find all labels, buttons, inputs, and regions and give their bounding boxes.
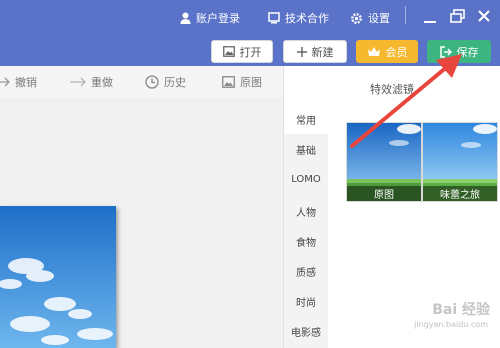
image-icon xyxy=(222,46,235,57)
filter-thumbnail-original[interactable]: 原图 xyxy=(346,122,422,202)
plus-icon xyxy=(296,46,307,57)
open-button[interactable]: 打开 xyxy=(211,40,273,63)
thumbnail-label: 味蕾之旅 xyxy=(423,186,497,201)
edit-toolbar: 撤销 重做 历史 原图 xyxy=(0,66,283,98)
sky-photo-image xyxy=(0,206,116,348)
filter-category-food[interactable]: 食物 xyxy=(284,226,328,256)
filter-thumbnail-taste-journey[interactable]: 味蕾之旅 xyxy=(422,122,498,202)
vip-button-label: 会员 xyxy=(385,45,408,59)
title-separator xyxy=(405,6,406,24)
tech-cooperation-label: 技术合作 xyxy=(285,12,329,25)
redo-button[interactable]: 重做 xyxy=(70,74,113,90)
history-label: 历史 xyxy=(164,76,186,89)
filter-category-portrait[interactable]: 人物 xyxy=(284,196,328,226)
settings-link[interactable]: 设置 xyxy=(350,9,390,27)
monitor-icon xyxy=(268,12,280,24)
photo-preview xyxy=(0,206,116,348)
filters-panel-title: 特效滤镜 xyxy=(370,83,414,96)
new-button[interactable]: 新建 xyxy=(283,40,347,63)
undo-button[interactable]: 撤销 xyxy=(0,74,37,90)
tech-cooperation-link[interactable]: 技术合作 xyxy=(268,9,329,27)
close-icon xyxy=(478,10,490,22)
open-button-label: 打开 xyxy=(239,45,262,59)
save-button-label: 保存 xyxy=(456,45,479,59)
history-button[interactable]: 历史 xyxy=(145,74,186,90)
restore-button[interactable] xyxy=(447,6,467,26)
clock-icon xyxy=(145,75,159,89)
account-login-label: 账户登录 xyxy=(196,12,240,25)
original-button[interactable]: 原图 xyxy=(222,74,262,90)
picture-icon xyxy=(222,76,235,88)
filter-category-basic[interactable]: 基础 xyxy=(284,134,328,164)
watermark-text: Bai 经验 xyxy=(432,302,490,318)
editing-canvas[interactable] xyxy=(0,98,283,348)
undo-arrow-icon xyxy=(0,77,10,87)
save-button[interactable]: 保存 xyxy=(427,40,491,63)
crown-icon xyxy=(367,47,380,56)
gear-icon xyxy=(351,12,362,24)
redo-arrow-icon xyxy=(70,77,86,87)
title-bar: 账户登录 技术合作 设置 打开 新建 会员 保存 xyxy=(0,0,500,66)
close-button[interactable] xyxy=(474,6,494,26)
baidu-jingyan-watermark: Bai 经验 jingyan.baidu.com xyxy=(388,295,498,337)
filter-category-texture[interactable]: 质感 xyxy=(284,256,328,286)
vip-button[interactable]: 会员 xyxy=(356,40,418,63)
filter-category-cinematic[interactable]: 电影感 xyxy=(284,316,328,346)
redo-label: 重做 xyxy=(91,76,113,89)
undo-label: 撤销 xyxy=(15,76,37,89)
original-label: 原图 xyxy=(240,76,262,89)
filter-category-list: 常用 基础 LOMO 人物 食物 质感 时尚 电影感 xyxy=(284,104,328,348)
restore-icon xyxy=(449,9,465,23)
filter-category-fashion[interactable]: 时尚 xyxy=(284,286,328,316)
filter-category-common[interactable]: 常用 xyxy=(284,104,328,134)
minimize-button[interactable] xyxy=(420,6,440,26)
new-button-label: 新建 xyxy=(311,45,334,59)
user-icon xyxy=(180,12,191,24)
account-login-link[interactable]: 账户登录 xyxy=(180,9,240,27)
thumbnail-label: 原图 xyxy=(347,186,421,201)
settings-label: 设置 xyxy=(368,12,390,25)
filter-category-lomo[interactable]: LOMO xyxy=(284,164,328,194)
export-icon xyxy=(439,45,452,58)
minimize-icon xyxy=(424,21,436,23)
watermark-url: jingyan.baidu.com xyxy=(414,320,488,329)
